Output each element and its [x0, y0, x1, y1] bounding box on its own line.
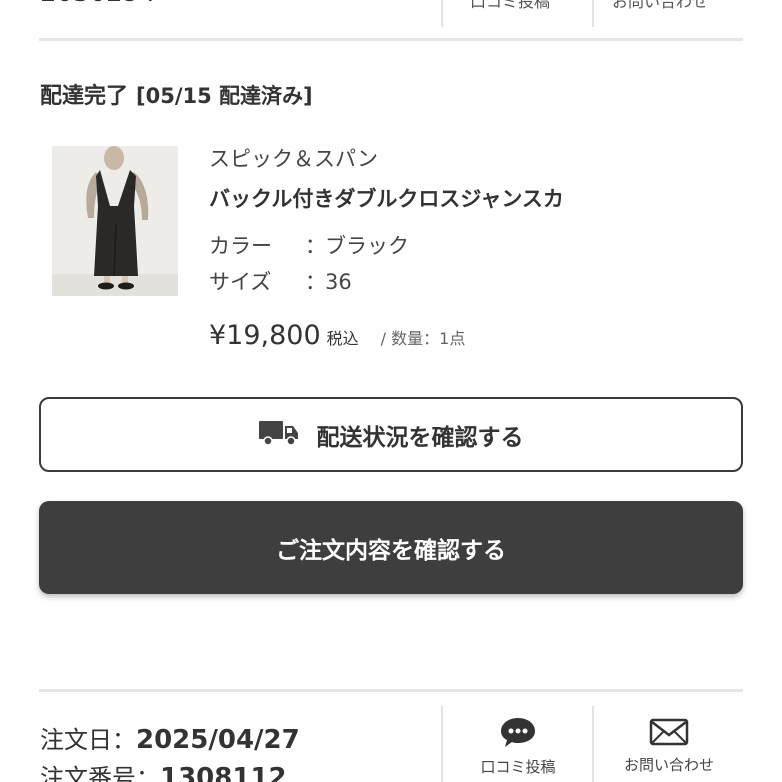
check-order-details-label: ご注文内容を確認する — [276, 537, 506, 564]
quantity: / 数量：1点 — [380, 329, 466, 348]
separator: ： — [305, 234, 326, 258]
separator: ： — [305, 270, 326, 294]
previous-contact-label[interactable]: お問い合わせ — [612, 0, 708, 12]
delivery-status: 配達完了 [05/15 配達済み] — [40, 78, 313, 110]
product-name[interactable]: バックル付きダブルクロスジャンスカ — [209, 183, 564, 213]
check-shipping-button[interactable]: 配送状況を確認する — [39, 397, 743, 472]
order-number-label: 注文番号： — [40, 764, 160, 782]
size-value: 36 — [325, 270, 352, 294]
order-date-value: 2025/04/27 — [136, 725, 300, 755]
product-brand[interactable]: スピック＆スパン — [209, 143, 378, 173]
tax-note: 税込 — [326, 329, 359, 348]
truck-icon — [258, 419, 299, 451]
contact-button[interactable]: お問い合わせ — [594, 716, 744, 775]
check-shipping-label: 配送状況を確認する — [316, 424, 524, 451]
section-divider — [39, 38, 743, 41]
product-color: カラー ：ブラック — [209, 230, 409, 260]
review-button[interactable]: 口コミ投稿 — [443, 716, 593, 777]
previous-order-strip: 2030294 口コミ投稿 お問い合わせ — [0, 0, 782, 40]
chat-bubble-icon — [443, 716, 593, 750]
order-number: 注文番号：1308112 — [40, 758, 287, 782]
divider — [441, 0, 443, 27]
product-image[interactable] — [52, 146, 178, 296]
mail-icon — [594, 716, 744, 748]
section-divider — [39, 689, 743, 692]
color-label: カラー — [209, 234, 272, 258]
delivery-status-label: 配達完了 — [40, 84, 129, 109]
color-value: ブラック — [325, 234, 409, 258]
previous-review-label[interactable]: 口コミ投稿 — [470, 0, 550, 12]
product-size: サイズ ：36 — [209, 266, 352, 296]
product-price: ¥19,800 — [209, 320, 321, 351]
check-order-details-button[interactable]: ご注文内容を確認する — [39, 501, 743, 594]
contact-label: お問い合わせ — [623, 756, 714, 774]
divider — [592, 0, 594, 27]
order-number-value: 1308112 — [160, 763, 287, 782]
order-date-label: 注文日： — [40, 726, 136, 754]
size-label: サイズ — [209, 270, 272, 294]
review-label: 口コミ投稿 — [480, 758, 556, 776]
previous-order-number: 2030294 — [40, 0, 156, 8]
price-row: ¥19,800 税込 / 数量：1点 — [209, 320, 465, 351]
delivery-date: [05/15 配達済み] — [136, 84, 313, 108]
order-date: 注文日：2025/04/27 — [40, 720, 300, 755]
